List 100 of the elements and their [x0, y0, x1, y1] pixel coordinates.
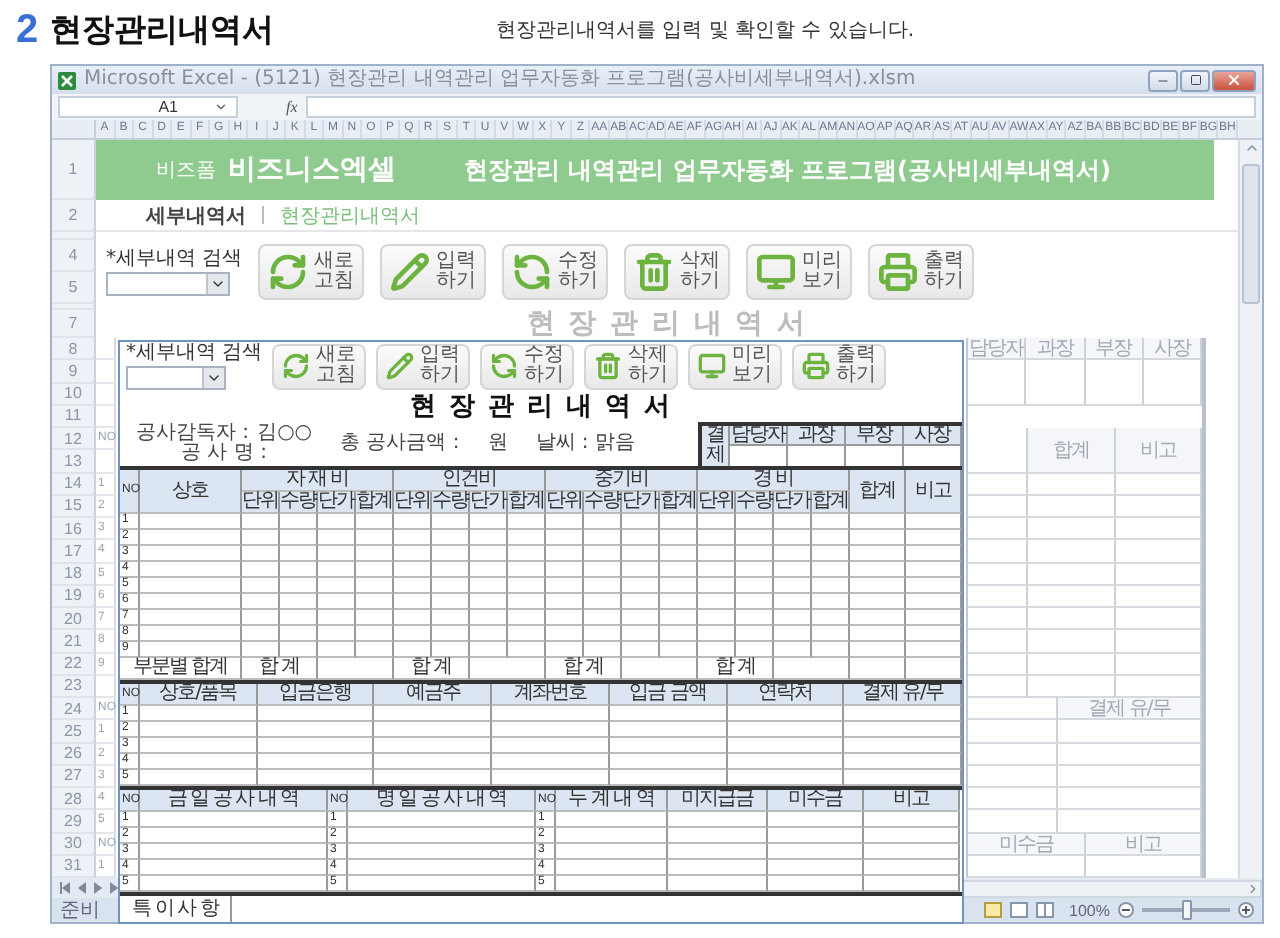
row-number: 12	[52, 428, 96, 451]
spreadsheet-icon	[58, 71, 76, 89]
column-header: 입금 금액	[609, 684, 728, 706]
slider-thumb[interactable]	[1182, 900, 1192, 920]
horizontal-scrollbar[interactable]	[962, 879, 1262, 897]
column-header: 단위	[698, 492, 736, 514]
row-number: 27	[52, 765, 96, 788]
approval-role: 부장	[846, 426, 902, 446]
table-cell	[968, 540, 1028, 563]
first-sheet-icon[interactable]	[60, 882, 72, 894]
sheet-title: 현 장 관 리 내 역 서	[526, 310, 808, 338]
scroll-right-icon[interactable]	[1246, 881, 1260, 895]
trash-icon	[594, 352, 623, 380]
sheet-link[interactable]: 세부내역서	[146, 201, 246, 229]
project-label: 공 사 명 :	[181, 444, 267, 464]
vertical-scrollbar[interactable]	[1238, 140, 1262, 878]
column-header: 과장	[1026, 338, 1085, 361]
table-cell	[774, 658, 850, 680]
row-number: 31	[52, 855, 96, 878]
function-label[interactable]: fx	[286, 98, 298, 116]
table-cell	[470, 658, 546, 680]
row-number: 21	[52, 630, 96, 653]
zoom-out-icon[interactable]	[1118, 902, 1134, 918]
page-layout-icon[interactable]	[1009, 902, 1028, 918]
subtotal-label: 합 계	[242, 658, 318, 680]
delete-button[interactable]: 삭제 하기	[584, 343, 679, 389]
row-number: 26	[52, 743, 96, 766]
preview-button[interactable]: 미리 보기	[746, 244, 853, 300]
column-header: 미수금	[968, 833, 1085, 856]
maximize-button[interactable]	[1180, 69, 1210, 91]
edit-button[interactable]: 수정 하기	[502, 244, 609, 300]
edit-button[interactable]: 수정 하기	[480, 343, 575, 389]
next-sheet-icon[interactable]	[92, 882, 104, 894]
refresh-button[interactable]: 새로 고침	[258, 244, 365, 300]
print-button[interactable]: 출력 하기	[792, 343, 887, 389]
weather-label: 날씨 : 맑음	[535, 434, 635, 454]
table-cell	[1058, 788, 1202, 811]
previous-sheet-icon[interactable]	[76, 882, 88, 894]
column-header: 단가	[622, 492, 660, 514]
status-text: 준비	[60, 899, 100, 921]
table-cell	[968, 608, 1028, 631]
arrows-cycle-icon	[512, 252, 553, 292]
row-number: 8	[52, 338, 96, 361]
row-number: 29	[52, 810, 96, 833]
table-cell	[968, 743, 1058, 766]
table-cell	[1115, 540, 1202, 563]
column-header: 연락처	[727, 684, 845, 706]
column-header: 상호/품목	[140, 684, 258, 706]
zoom-in-icon[interactable]	[1238, 902, 1254, 918]
dropdown-field[interactable]	[106, 271, 230, 295]
table-cell	[968, 473, 1028, 496]
scroll-up-icon[interactable]	[1243, 140, 1259, 156]
row-number: 19	[52, 585, 96, 608]
column-header: 합계	[660, 492, 698, 514]
preview-button[interactable]: 미리 보기	[688, 343, 783, 389]
input-button[interactable]: 입력 하기	[380, 244, 487, 300]
printer-icon	[802, 352, 831, 380]
table-cell	[1028, 518, 1115, 541]
column-header: 누 계 내 역	[556, 790, 668, 812]
name-box[interactable]: A1	[58, 96, 238, 118]
column-header: 입금은행	[257, 684, 375, 706]
table-cell	[968, 788, 1058, 811]
table-cell	[1058, 765, 1202, 788]
dropdown-field[interactable]	[126, 365, 226, 389]
row-number: 2	[52, 200, 96, 232]
column-header: 경 비	[698, 470, 850, 492]
column-header: 명 일 공 사 내 역	[348, 790, 536, 812]
column-header: 인건비	[394, 470, 546, 492]
table-cell	[850, 658, 906, 680]
scroll-thumb[interactable]	[1242, 164, 1260, 304]
section-number: 2	[16, 7, 39, 53]
table-cell	[622, 658, 698, 680]
input-button[interactable]: 입력 하기	[376, 343, 471, 389]
monitor-icon	[698, 352, 727, 380]
print-button[interactable]: 출력 하기	[868, 244, 975, 300]
column-header: 단가	[774, 492, 812, 514]
sheet-link[interactable]: 현장관리내역서	[280, 201, 420, 229]
caret-icon	[214, 100, 228, 114]
delete-button[interactable]: 삭제 하기	[624, 244, 731, 300]
row-number: 23	[52, 675, 96, 698]
zoom-level: 100%	[1069, 901, 1110, 919]
normal-view-icon[interactable]	[983, 902, 1002, 918]
page-break-icon[interactable]	[1035, 902, 1054, 918]
column-header: 단가	[470, 492, 508, 514]
column-header: 수량	[736, 492, 774, 514]
close-button[interactable]	[1212, 69, 1256, 91]
row-number: 18	[52, 563, 96, 586]
column-header: 계좌번호	[492, 684, 610, 706]
row-number: 9	[52, 360, 96, 383]
formula-field[interactable]	[305, 96, 1256, 118]
column-header: 단가	[318, 492, 356, 514]
column-header: 담당자	[968, 338, 1027, 361]
search-label: *세부내역 검색	[106, 249, 243, 269]
refresh-button[interactable]: 새로 고침	[272, 343, 367, 389]
table-cell	[968, 675, 1028, 698]
table-cell	[1028, 473, 1115, 496]
printer-icon	[878, 252, 919, 292]
approval-label: 결제	[702, 426, 730, 466]
row-number: 16	[52, 518, 96, 541]
table-cell	[968, 360, 1027, 406]
